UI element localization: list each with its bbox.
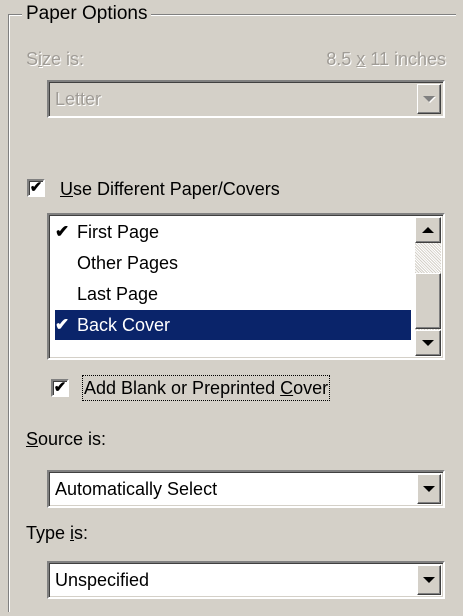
list-item-back-cover[interactable]: ✔ Back Cover bbox=[55, 310, 411, 340]
list-item-label: Back Cover bbox=[77, 314, 171, 335]
add-blank-cover-label[interactable]: Add Blank or Preprinted Cover bbox=[81, 375, 331, 401]
chevron-down-icon bbox=[423, 96, 435, 102]
size-dimensions: 8.5 x 11 inches bbox=[326, 49, 446, 69]
group-title: Paper Options bbox=[22, 2, 152, 26]
pages-listbox[interactable]: ✔ First Page Other Pages Last Page ✔ Back … bbox=[47, 213, 445, 360]
list-scrollbar[interactable] bbox=[415, 217, 441, 356]
source-dropdown[interactable]: Automatically Select bbox=[47, 470, 445, 508]
chevron-down-icon bbox=[422, 340, 434, 346]
type-dropdown[interactable]: Unspecified bbox=[47, 561, 445, 599]
source-label: Source is: bbox=[26, 429, 107, 449]
list-item-last-page[interactable]: Last Page bbox=[55, 279, 411, 309]
chevron-down-icon bbox=[423, 486, 435, 492]
check-icon: ✔ bbox=[55, 315, 70, 334]
type-dropdown-value: Unspecified bbox=[55, 569, 150, 590]
use-different-paper-label[interactable]: Use Different Paper/Covers bbox=[60, 178, 280, 200]
size-dropdown-button[interactable] bbox=[417, 84, 441, 114]
source-dropdown-value: Automatically Select bbox=[55, 478, 218, 499]
scroll-down-button[interactable] bbox=[415, 330, 441, 356]
type-label: Type is: bbox=[26, 523, 89, 543]
size-dropdown-value: Letter bbox=[55, 88, 102, 109]
chevron-down-icon bbox=[423, 577, 435, 583]
list-item-label: First Page bbox=[77, 221, 160, 242]
list-item-label: Last Page bbox=[77, 283, 159, 304]
list-item-label: Other Pages bbox=[77, 252, 179, 273]
size-dropdown[interactable]: Letter bbox=[47, 80, 445, 118]
scroll-up-button[interactable] bbox=[415, 217, 441, 243]
scroll-thumb[interactable] bbox=[415, 273, 441, 329]
size-label: Size is: bbox=[26, 49, 85, 69]
check-icon: ✔ bbox=[55, 222, 70, 241]
list-item-other-pages[interactable]: Other Pages bbox=[55, 248, 411, 278]
use-different-paper-checkbox[interactable]: ✔ bbox=[27, 179, 45, 197]
list-item-first-page[interactable]: ✔ First Page bbox=[55, 217, 411, 247]
add-blank-cover-checkbox[interactable]: ✔ bbox=[51, 379, 69, 397]
chevron-up-icon bbox=[422, 227, 434, 233]
source-dropdown-button[interactable] bbox=[417, 474, 441, 504]
type-dropdown-button[interactable] bbox=[417, 565, 441, 595]
